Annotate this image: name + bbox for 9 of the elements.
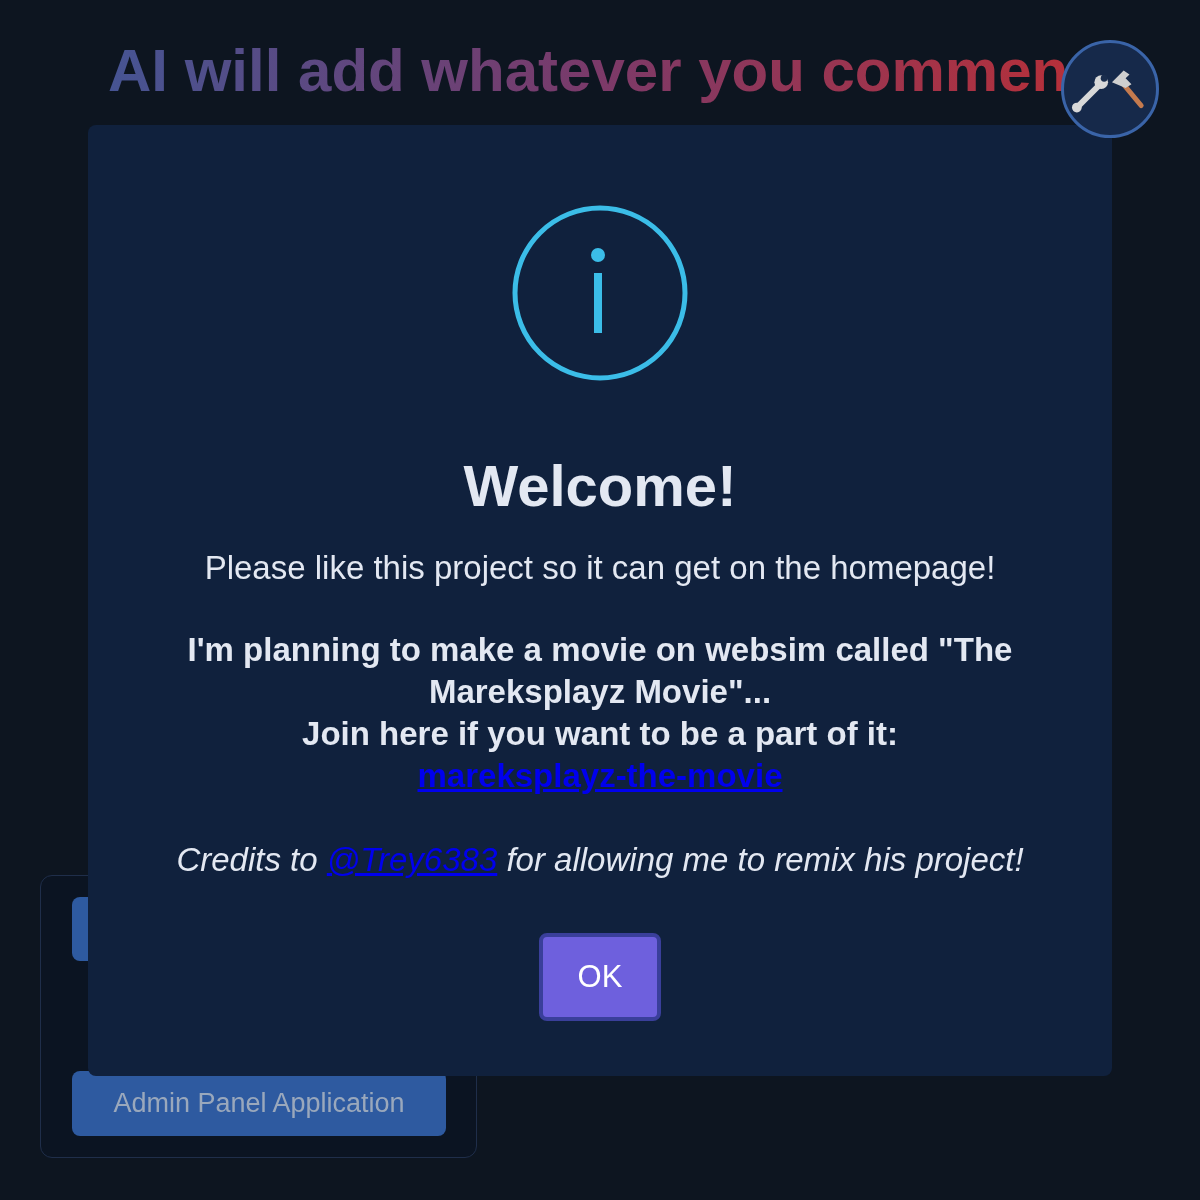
dialog-message: Please like this project so it can get on the homepage!: [204, 548, 996, 588]
movie-link[interactable]: mareksplayz-the-movie: [417, 757, 783, 794]
credits-text: Credits to @Trey6383 for allowing me to remix his project!: [176, 840, 1024, 880]
ok-button[interactable]: OK: [539, 933, 661, 1021]
user-link[interactable]: @Trey6383: [326, 841, 498, 878]
info-icon: [510, 203, 690, 383]
panel-button[interactable]: Admin Panel Application: [72, 1071, 446, 1136]
dialog-title: Welcome!: [463, 452, 737, 520]
dialog-notice: I'm planning to make a movie on websim called "The Mareksplayz Movie"... Join here if you want to be a part of it: mareksplayz-the-movie: [186, 630, 1014, 796]
